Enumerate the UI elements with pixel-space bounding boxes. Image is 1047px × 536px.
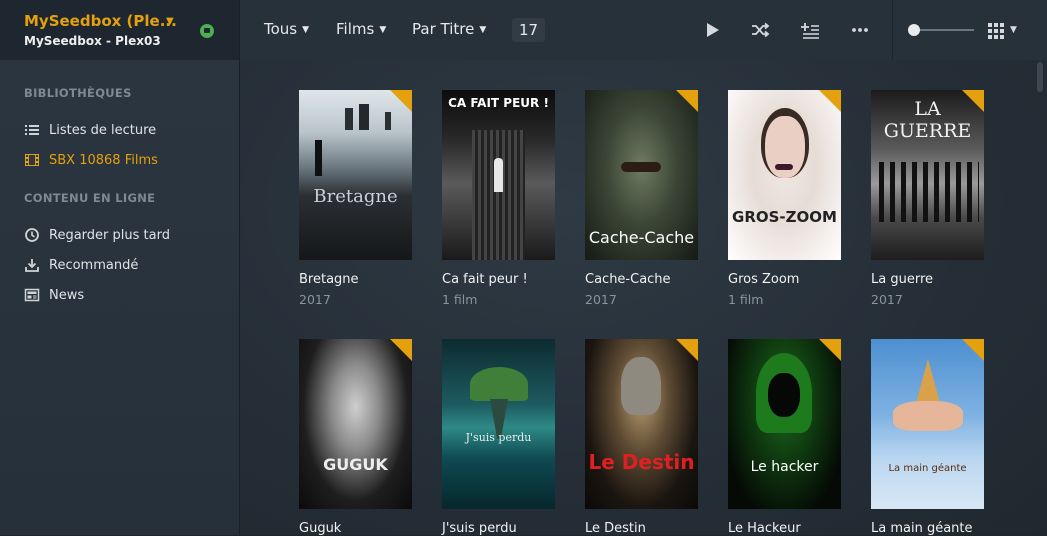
film-icon <box>24 152 40 168</box>
sidebar-item-label: Listes de lecture <box>49 122 157 138</box>
unwatched-badge <box>819 90 841 112</box>
poster-title[interactable]: La guerre <box>871 272 933 287</box>
poster-title-text: Le Destin <box>588 450 695 474</box>
grid-view-icon[interactable] <box>986 20 1006 40</box>
chevron-down-icon[interactable]: ▼ <box>1010 25 1017 35</box>
poster-title-text: GROS-ZOOM <box>732 208 837 226</box>
poster-image[interactable]: GUGUK <box>299 339 412 509</box>
play-icon[interactable] <box>702 20 722 40</box>
poster-image[interactable]: J'suis perdu <box>442 339 555 509</box>
poster-image[interactable]: LA GUERRE <box>871 90 984 260</box>
section-libraries: BIBLIOTHÈQUES <box>24 86 132 100</box>
unwatched-badge <box>390 339 412 361</box>
poster-title[interactable]: Cache-Cache <box>585 272 671 287</box>
poster-title[interactable]: La main géante <box>871 521 973 536</box>
poster-image[interactable]: Bretagne <box>299 90 412 260</box>
sidebar-item-recommended[interactable]: Recommandé <box>24 255 138 275</box>
sidebar-item-watch-later[interactable]: Regarder plus tard <box>24 225 170 245</box>
server-name[interactable]: MySeedbox (Ple... <box>24 12 177 30</box>
scrollbar[interactable] <box>1037 62 1043 92</box>
unwatched-badge <box>819 339 841 361</box>
zoom-slider-handle[interactable] <box>908 24 920 36</box>
chevron-down-icon: ▼ <box>379 25 387 35</box>
poster-title[interactable]: Ca fait peur ! <box>442 272 528 287</box>
type-label: Films <box>336 20 375 38</box>
type-dropdown[interactable]: Films ▼ <box>336 20 386 38</box>
unwatched-badge <box>676 90 698 112</box>
chevron-down-icon: ▼ <box>302 25 310 35</box>
poster-image[interactable]: Le hacker <box>728 339 841 509</box>
unwatched-badge <box>676 339 698 361</box>
server-selector[interactable]: MySeedbox (Ple... ▼ MySeedbox - Plex03 <box>0 0 239 60</box>
poster-title-text: GUGUK <box>323 455 388 474</box>
unwatched-badge <box>390 90 412 112</box>
sidebar: MySeedbox (Ple... ▼ MySeedbox - Plex03 B… <box>0 0 240 535</box>
lock-icon <box>200 24 214 38</box>
news-icon <box>24 287 40 303</box>
poster-title[interactable]: Le Destin <box>585 521 646 536</box>
poster-title-text: J'suis perdu <box>465 431 532 444</box>
poster-year: 2017 <box>585 292 617 307</box>
poster-image[interactable]: GROS-ZOOM <box>728 90 841 260</box>
sidebar-item-playlists[interactable]: Listes de lecture <box>24 120 156 140</box>
download-icon <box>24 257 40 273</box>
chevron-down-icon[interactable]: ▼ <box>166 16 174 27</box>
top-toolbar: Tous ▼ Films ▼ Par Titre ▼ 17 ▼ <box>240 0 1047 60</box>
sidebar-item-films[interactable]: SBX 10868 Films <box>24 150 158 170</box>
section-online: CONTENU EN LIGNE <box>24 191 156 205</box>
filter-label: Tous <box>264 20 298 38</box>
add-to-queue-icon[interactable] <box>800 20 820 40</box>
sidebar-item-news[interactable]: News <box>24 285 84 305</box>
zoom-slider[interactable] <box>908 22 974 38</box>
poster-title-text: Le hacker <box>750 459 819 475</box>
chevron-down-icon: ▼ <box>479 25 487 35</box>
poster-title[interactable]: Guguk <box>299 521 341 536</box>
more-options-icon[interactable] <box>850 20 870 40</box>
poster-subtitle: 1 film <box>728 292 764 307</box>
poster-subtitle: 1 film <box>442 292 478 307</box>
poster-image[interactable]: Le Destin <box>585 339 698 509</box>
sidebar-item-label: Recommandé <box>49 257 139 273</box>
poster-title[interactable]: J'suis perdu <box>442 521 517 536</box>
unwatched-badge <box>962 90 984 112</box>
sort-dropdown[interactable]: Par Titre ▼ <box>412 20 486 38</box>
poster-title-text: La main géante <box>888 463 967 474</box>
poster-image[interactable]: La main géante <box>871 339 984 509</box>
poster-title-text: CA FAIT PEUR ! <box>448 96 549 110</box>
sidebar-item-label: Regarder plus tard <box>49 227 170 243</box>
shuffle-icon[interactable] <box>750 20 770 40</box>
item-count: 17 <box>512 18 545 42</box>
filter-dropdown[interactable]: Tous ▼ <box>264 20 309 38</box>
poster-title-text: Bretagne <box>313 186 398 207</box>
poster-image[interactable]: Cache-Cache <box>585 90 698 260</box>
server-subtitle: MySeedbox - Plex03 <box>24 34 161 48</box>
poster-year: 2017 <box>871 292 903 307</box>
sort-label: Par Titre <box>412 20 475 38</box>
poster-image[interactable]: CA FAIT PEUR ! <box>442 90 555 260</box>
library-grid: Bretagne Bretagne 2017 CA FAIT PEUR ! Ca… <box>240 60 1047 536</box>
poster-title-text: Cache-Cache <box>588 228 695 247</box>
sidebar-item-label: News <box>49 287 85 303</box>
unwatched-badge <box>962 339 984 361</box>
sidebar-item-label: SBX 10868 Films <box>49 152 158 168</box>
poster-year: 2017 <box>299 292 331 307</box>
poster-title[interactable]: Gros Zoom <box>728 272 799 287</box>
poster-title[interactable]: Bretagne <box>299 272 359 287</box>
clock-icon <box>24 227 40 243</box>
list-icon <box>24 122 40 138</box>
poster-title[interactable]: Le Hackeur <box>728 521 801 536</box>
toolbar-divider <box>892 0 893 60</box>
